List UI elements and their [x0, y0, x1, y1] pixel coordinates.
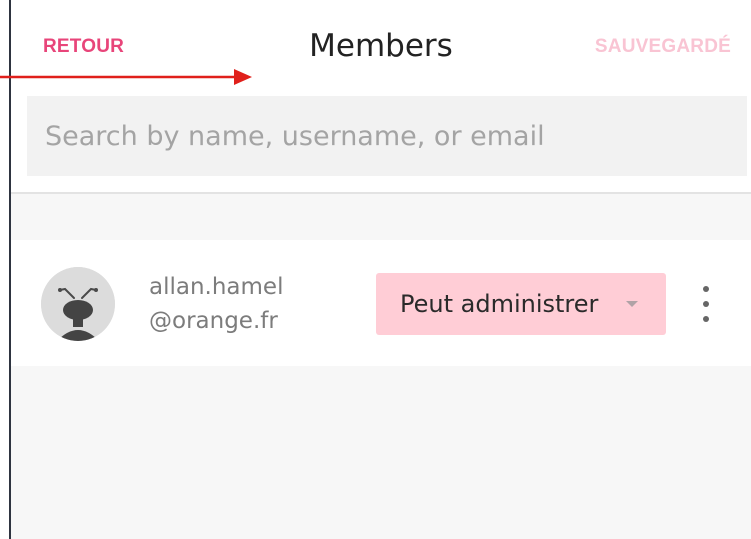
member-email: allan.hamel @orange.fr — [149, 270, 283, 338]
role-dropdown[interactable]: Peut administrer — [376, 273, 666, 335]
more-vertical-icon[interactable] — [699, 286, 713, 322]
role-dropdown-value: Peut administrer — [400, 290, 599, 318]
ant-avatar-icon — [41, 267, 115, 341]
search-box[interactable] — [27, 96, 747, 176]
member-email-line2: @orange.fr — [149, 308, 278, 334]
avatar — [41, 267, 115, 341]
search-input[interactable] — [27, 96, 747, 176]
caret-down-icon — [626, 301, 638, 307]
save-button: SAUVEGARDÉ — [594, 36, 731, 57]
member-list: allan.hamel @orange.fr Peut administrer — [11, 194, 751, 539]
red-arrow-annotation — [0, 69, 252, 85]
member-row: allan.hamel @orange.fr Peut administrer — [11, 240, 751, 366]
member-email-line1: allan.hamel — [149, 274, 284, 300]
